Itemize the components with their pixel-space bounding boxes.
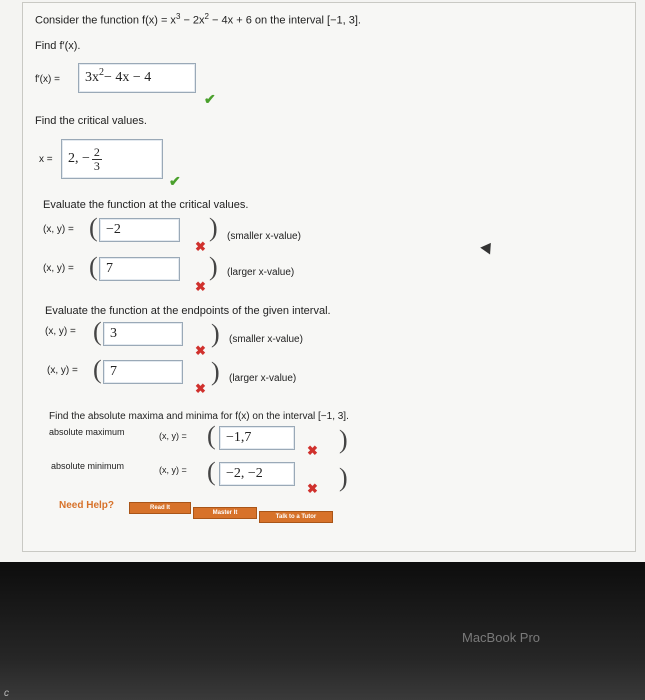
abs-min-input[interactable]: −2, −2 bbox=[219, 462, 295, 486]
close-paren: ) bbox=[339, 463, 348, 492]
abs-max-label: absolute maximum bbox=[49, 427, 125, 437]
open-paren: ( bbox=[93, 317, 102, 346]
eval-critical-row2-note: (larger x-value) bbox=[227, 267, 295, 278]
critical-fraction: 2 3 bbox=[91, 144, 102, 173]
eval-endpoints-row1-input[interactable]: 3 bbox=[103, 322, 183, 346]
question-panel: Consider the function f(x) = x3 − 2x2 − … bbox=[22, 2, 636, 552]
critical-check-icon: ✔ bbox=[169, 173, 181, 189]
question-text: Consider the function f(x) = x3 − 2x2 − … bbox=[35, 12, 361, 27]
eval-critical-row2-label: (x, y) = bbox=[43, 263, 74, 274]
eval-critical-row1-note: (smaller x-value) bbox=[227, 231, 301, 242]
eval-critical-prompt: Evaluate the function at the critical va… bbox=[43, 199, 249, 211]
close-paren: ) bbox=[211, 319, 220, 348]
eval-endpoints-prompt: Evaluate the function at the endpoints o… bbox=[45, 305, 331, 317]
abs-min-label: absolute minimum bbox=[51, 461, 125, 471]
eval-critical-row2-input[interactable]: 7 bbox=[99, 257, 180, 281]
critical-prompt: Find the critical values. bbox=[35, 115, 147, 127]
screen: Consider the function f(x) = x3 − 2x2 − … bbox=[0, 0, 645, 562]
derivative-check-icon: ✔ bbox=[204, 91, 216, 107]
open-paren: ( bbox=[89, 213, 98, 242]
abs-max-xy-label: (x, y) = bbox=[159, 431, 187, 441]
read-it-button[interactable]: Read It bbox=[129, 502, 191, 514]
eval-endpoints-row2-input[interactable]: 7 bbox=[103, 360, 183, 384]
eval-endpoints-row2-cross-icon: ✖ bbox=[195, 381, 206, 396]
close-paren: ) bbox=[209, 252, 218, 281]
abs-min-cross-icon: ✖ bbox=[307, 481, 318, 496]
open-paren: ( bbox=[93, 355, 102, 384]
eval-critical-row1-label: (x, y) = bbox=[43, 224, 74, 235]
eval-endpoints-row1-cross-icon: ✖ bbox=[195, 343, 206, 358]
keyboard-key-c: c bbox=[4, 688, 9, 699]
eval-endpoints-row2-label: (x, y) = bbox=[47, 365, 78, 376]
need-help-label: Need Help? bbox=[59, 500, 115, 511]
open-paren: ( bbox=[207, 457, 216, 486]
critical-input[interactable]: 2, − 2 3 bbox=[61, 139, 163, 179]
derivative-label: f′(x) = bbox=[35, 74, 60, 85]
eval-endpoints-row2-note: (larger x-value) bbox=[229, 373, 297, 384]
laptop-bezel: MacBook Pro c bbox=[0, 562, 645, 700]
macbook-brand-label: MacBook Pro bbox=[462, 630, 541, 645]
critical-label: x = bbox=[39, 154, 53, 165]
derivative-prompt: Find f′(x). bbox=[35, 40, 81, 52]
close-paren: ) bbox=[211, 357, 220, 386]
eval-critical-row1-cross-icon: ✖ bbox=[195, 239, 206, 254]
eval-endpoints-row1-label: (x, y) = bbox=[45, 326, 76, 337]
talk-to-tutor-button[interactable]: Talk to a Tutor bbox=[259, 511, 333, 523]
abs-max-input[interactable]: −1,7 bbox=[219, 426, 295, 450]
extrema-prompt: Find the absolute maxima and minima for … bbox=[49, 411, 349, 422]
abs-min-xy-label: (x, y) = bbox=[159, 465, 187, 475]
close-paren: ) bbox=[339, 425, 348, 454]
master-it-button[interactable]: Master It bbox=[193, 507, 257, 519]
derivative-input[interactable]: 3x 2 − 4x − 4 bbox=[78, 63, 196, 93]
close-paren: ) bbox=[209, 213, 218, 242]
open-paren: ( bbox=[89, 252, 98, 281]
open-paren: ( bbox=[207, 421, 216, 450]
eval-endpoints-row1-note: (smaller x-value) bbox=[229, 334, 303, 345]
eval-critical-row1-input[interactable]: −2 bbox=[99, 218, 180, 242]
abs-max-cross-icon: ✖ bbox=[307, 443, 318, 458]
eval-critical-row2-cross-icon: ✖ bbox=[195, 279, 206, 294]
